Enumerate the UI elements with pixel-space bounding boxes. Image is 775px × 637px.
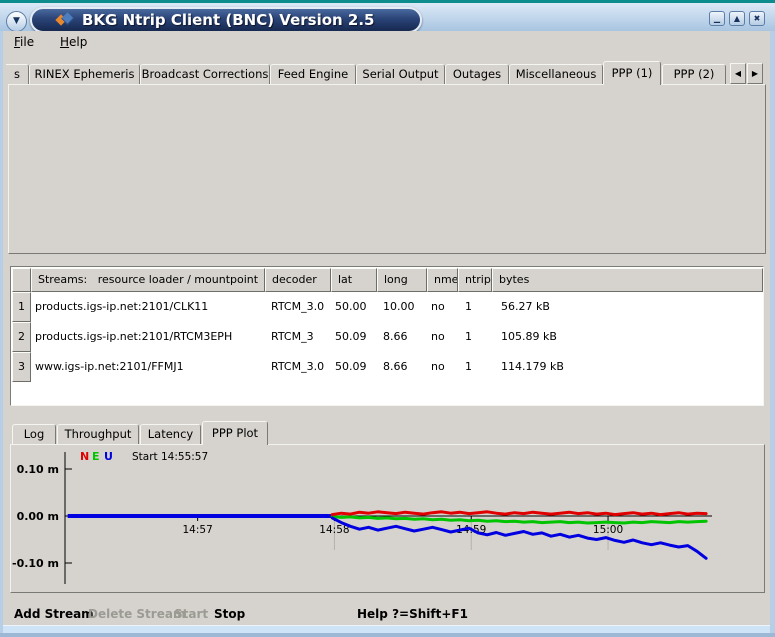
- svg-text:15:00: 15:00: [593, 524, 623, 536]
- tab-ppp-2[interactable]: PPP (2): [662, 64, 726, 85]
- svg-text:0.00 m: 0.00 m: [17, 510, 59, 523]
- bnc-window: ▼ BKG Ntrip Client (BNC) Version 2.5 ▁ ▲…: [0, 0, 775, 637]
- tab-throughput[interactable]: Throughput: [57, 424, 139, 445]
- tab-log[interactable]: Log: [12, 424, 56, 445]
- tab-broadcast-corrections[interactable]: Broadcast Corrections: [140, 64, 270, 85]
- cell-mountpoint: products.igs-ip.net:2101/RTCM3EPH: [35, 322, 232, 352]
- col-header-ntrip[interactable]: ntrip: [458, 268, 492, 292]
- tab-ppp-plot[interactable]: PPP Plot: [202, 421, 268, 445]
- tab-miscellaneous[interactable]: Miscellaneous: [509, 64, 603, 85]
- window-menu-arrow-icon: ▼: [13, 16, 20, 26]
- start-button: Start: [174, 607, 208, 621]
- svg-text:N: N: [80, 450, 89, 463]
- cell-decoder: RTCM_3: [271, 322, 314, 352]
- tab-latency[interactable]: Latency: [140, 424, 201, 445]
- col-header-long[interactable]: long: [377, 268, 427, 292]
- svg-text:-0.10 m: -0.10 m: [12, 557, 59, 570]
- cell-mountpoint: www.igs-ip.net:2101/FFMJ1: [35, 352, 184, 382]
- scroll-left-icon: ◀: [735, 69, 741, 78]
- delete-stream-button: Delete Stream: [88, 607, 185, 621]
- svg-text:14:57: 14:57: [183, 524, 213, 536]
- menu-file[interactable]: File: [14, 35, 34, 49]
- close-button[interactable]: ✖: [749, 11, 765, 26]
- tab-rinex-ephemeris[interactable]: RINEX Ephemeris: [29, 64, 140, 85]
- row-header-1[interactable]: 1: [12, 292, 31, 322]
- app-icon: [56, 13, 72, 27]
- col-header-streams[interactable]: Streams: resource loader / mountpoint: [31, 268, 265, 292]
- streams-table: Streams: resource loader / mountpoint de…: [10, 266, 764, 406]
- svg-text:0.10 m: 0.10 m: [17, 463, 59, 476]
- col-header-decoder[interactable]: decoder: [265, 268, 331, 292]
- ppp1-tab-pane: [8, 84, 766, 254]
- status-bar: [3, 625, 770, 633]
- cell-decoder: RTCM_3.0: [271, 292, 324, 322]
- scroll-right-icon: ▶: [752, 69, 758, 78]
- cell-ntrip: 1: [465, 292, 472, 322]
- cell-long: 8.66: [383, 322, 408, 352]
- col-header-lat[interactable]: lat: [331, 268, 377, 292]
- minimize-icon: ▁: [714, 14, 720, 23]
- tab-scroll-left-button[interactable]: ◀: [730, 63, 746, 84]
- cell-bytes: 114.179 kB: [501, 352, 564, 382]
- table-corner-cell: [12, 268, 31, 292]
- tab-ppp-1[interactable]: PPP (1): [603, 61, 661, 85]
- cell-lat: 50.09: [335, 352, 367, 382]
- cell-decoder: RTCM_3.0: [271, 352, 324, 382]
- col-header-bytes[interactable]: bytes: [492, 268, 763, 292]
- svg-text:E: E: [92, 450, 100, 463]
- cell-nmea: no: [431, 352, 445, 382]
- svg-text:U: U: [104, 450, 113, 463]
- col-header-nmea[interactable]: nmea: [427, 268, 458, 292]
- title-bar[interactable]: ▼ BKG Ntrip Client (BNC) Version 2.5 ▁ ▲…: [0, 3, 775, 31]
- help-button[interactable]: Help ?=Shift+F1: [357, 607, 468, 621]
- tab-feed-engine[interactable]: Feed Engine: [270, 64, 356, 85]
- tab-clipped[interactable]: s: [6, 64, 29, 85]
- menu-bar: File Help: [3, 31, 770, 54]
- menu-help[interactable]: Help: [60, 35, 87, 49]
- tab-scroll-right-button[interactable]: ▶: [747, 63, 763, 84]
- maximize-icon: ▲: [734, 14, 740, 23]
- cell-lat: 50.09: [335, 322, 367, 352]
- cell-ntrip: 1: [465, 352, 472, 382]
- maximize-button[interactable]: ▲: [729, 11, 745, 26]
- cell-bytes: 105.89 kB: [501, 322, 557, 352]
- add-stream-button[interactable]: Add Stream: [14, 607, 94, 621]
- window-frame-bottom: [0, 633, 775, 637]
- window-menu-button[interactable]: ▼: [6, 11, 27, 32]
- row-header-2[interactable]: 2: [12, 322, 31, 352]
- stop-button[interactable]: Stop: [214, 607, 245, 621]
- svg-text:Start 14:55:57: Start 14:55:57: [132, 451, 208, 463]
- window-frame-right: [770, 31, 775, 637]
- cell-lat: 50.00: [335, 292, 367, 322]
- tab-serial-output[interactable]: Serial Output: [356, 64, 445, 85]
- cell-long: 10.00: [383, 292, 415, 322]
- window-title: BKG Ntrip Client (BNC) Version 2.5: [82, 11, 375, 29]
- cell-bytes: 56.27 kB: [501, 292, 550, 322]
- cell-mountpoint: products.igs-ip.net:2101/CLK11: [35, 292, 208, 322]
- close-icon: ✖: [754, 14, 761, 23]
- cell-nmea: no: [431, 292, 445, 322]
- tab-outages[interactable]: Outages: [445, 64, 509, 85]
- cell-ntrip: 1: [465, 322, 472, 352]
- minimize-button[interactable]: ▁: [709, 11, 725, 26]
- row-header-3[interactable]: 3: [12, 352, 31, 382]
- ppp-plot-chart: 0.10 m0.00 m-0.10 m14:5714:5814:5915:00N…: [10, 444, 764, 592]
- cell-long: 8.66: [383, 352, 408, 382]
- svg-text:14:58: 14:58: [319, 524, 349, 536]
- cell-nmea: no: [431, 322, 445, 352]
- window-frame-left: [0, 31, 3, 637]
